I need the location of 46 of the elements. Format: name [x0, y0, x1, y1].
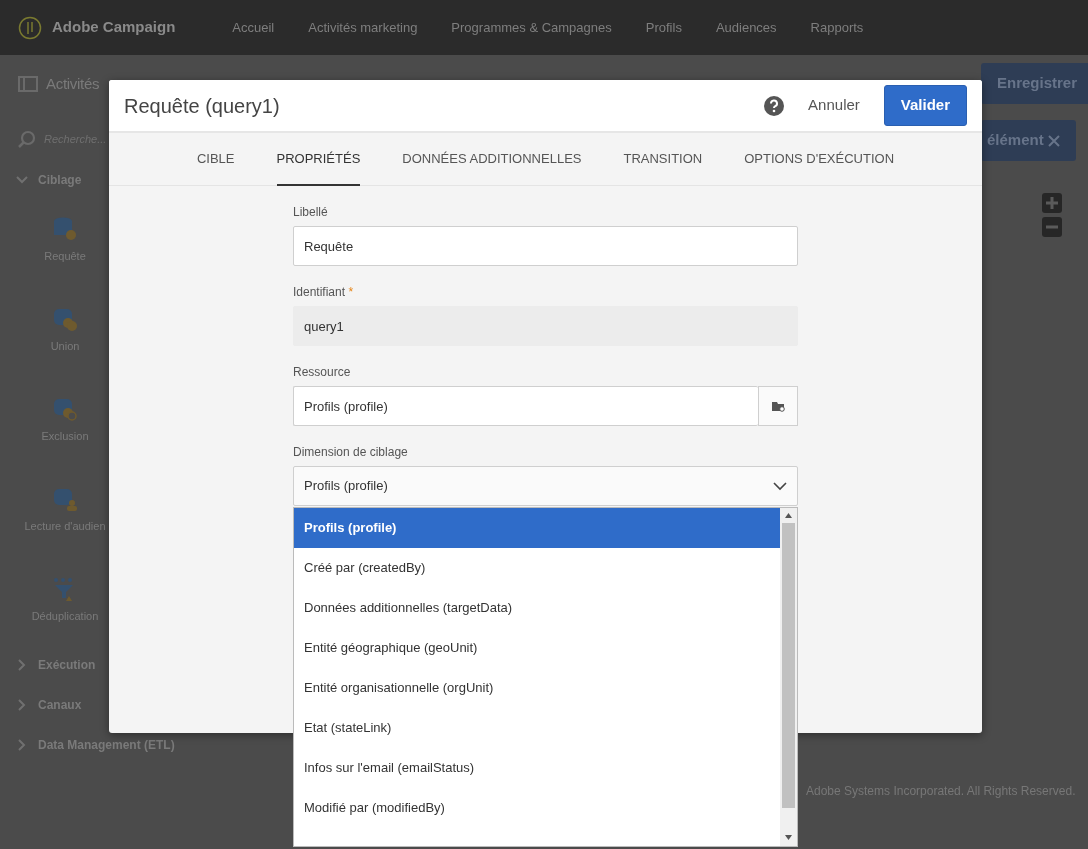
dropdown-option[interactable]: Etat (stateLink) — [294, 708, 780, 748]
field-label: Libellé — [293, 205, 328, 219]
field-label: Identifiant — [293, 285, 346, 299]
tab[interactable]: TRANSITION — [623, 133, 703, 186]
folder-icon — [771, 400, 786, 412]
dropdown-option[interactable]: Modifié par (modifiedBy) — [294, 788, 780, 828]
dropdown-option[interactable]: Entité organisationnelle (orgUnit) — [294, 668, 780, 708]
input-field[interactable]: Profils (profile) — [293, 386, 759, 426]
browse-button[interactable] — [758, 386, 798, 426]
nav-link[interactable]: Activités marketing — [308, 17, 418, 38]
tab[interactable]: PROPRIÉTÉS — [276, 133, 361, 186]
nav-link[interactable]: Rapports — [810, 17, 864, 38]
zoom-in-icon — [1042, 193, 1062, 213]
required-mark: * — [348, 285, 354, 299]
help-icon — [764, 95, 785, 116]
tab[interactable]: DONNÉES ADDITIONNELLES — [402, 133, 582, 186]
field-label: Dimension de ciblage — [293, 445, 408, 459]
database-icon — [52, 215, 78, 242]
search-icon — [18, 130, 36, 148]
tab[interactable]: OPTIONS D'EXÉCUTION — [744, 133, 895, 186]
dropdown-field[interactable]: Profils (profile) — [293, 466, 798, 506]
validate-button[interactable]: Valider — [883, 85, 967, 126]
dropdown-option[interactable]: Infos sur l'email (emailStatus) — [294, 748, 780, 788]
zoom-out-icon — [1042, 217, 1062, 237]
panel-icon — [18, 76, 38, 92]
scrollbar[interactable] — [780, 508, 797, 846]
tab[interactable]: CIBLE — [196, 133, 235, 186]
nav-link[interactable]: Profils — [645, 17, 682, 38]
dropdown-option[interactable]: Créé par (createdBy) — [294, 548, 780, 588]
nav-link[interactable]: Programmes & Campagnes — [451, 17, 612, 38]
logo-icon — [18, 15, 42, 40]
dropdown-option[interactable]: Données additionnelles (targetData) — [294, 588, 780, 628]
nav-link[interactable]: Audiences — [715, 17, 777, 38]
dropdown-option[interactable]: Profils (profile) — [294, 508, 780, 548]
app-name: Adobe Campaign — [52, 17, 176, 38]
dropdown-option[interactable]: Entité géographique (geoUnit) — [294, 628, 780, 668]
nav-link[interactable]: Accueil — [232, 17, 275, 38]
cancel-button[interactable]: Annuler — [790, 86, 878, 125]
input-field[interactable]: Requête — [293, 226, 798, 266]
dialog-title: Requête (query1) — [124, 93, 281, 119]
chevron-down-icon — [773, 481, 787, 491]
close-icon — [1047, 135, 1060, 148]
input-field[interactable]: query1 — [293, 306, 798, 346]
scroll-down-icon — [785, 835, 792, 840]
scroll-up-icon — [785, 513, 792, 518]
field-label: Ressource — [293, 365, 351, 379]
